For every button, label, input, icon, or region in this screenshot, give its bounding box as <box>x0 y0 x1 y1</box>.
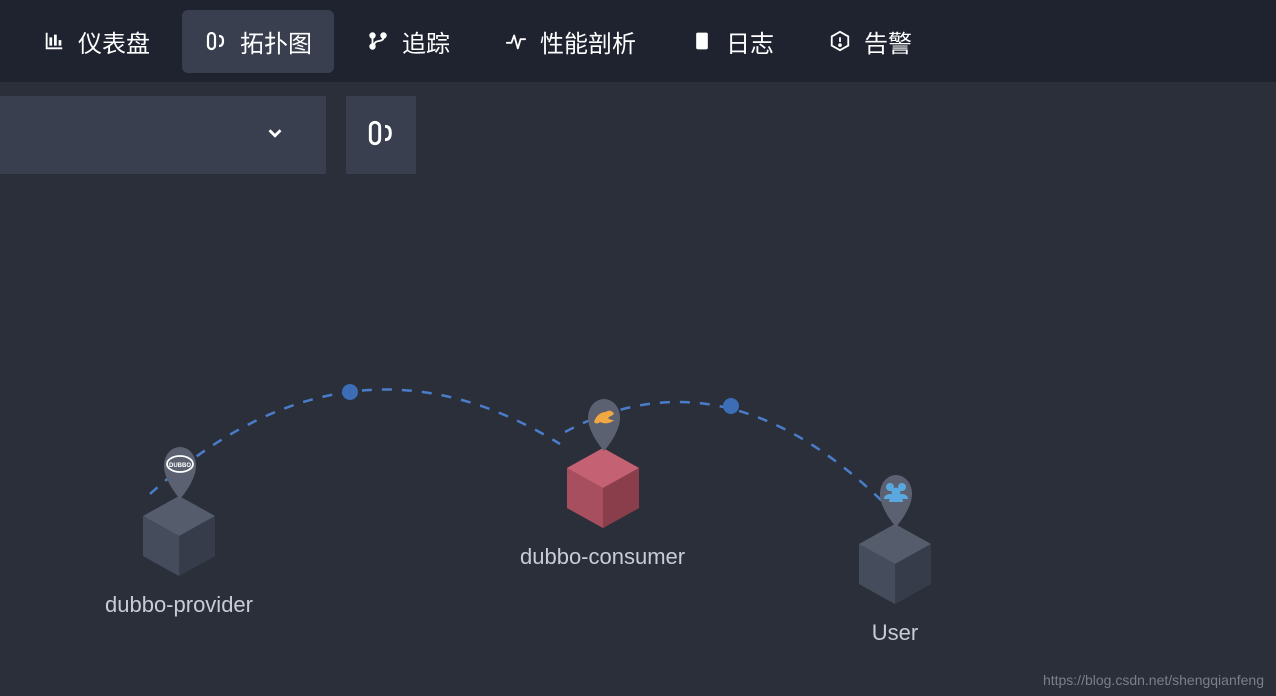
nav-alert[interactable]: 告警 <box>806 10 934 73</box>
nav-label: 拓扑图 <box>240 24 312 59</box>
chevron-down-icon <box>264 122 286 149</box>
cube-icon <box>563 444 643 532</box>
users-icon <box>870 472 920 528</box>
topology-icon <box>365 117 397 154</box>
topology-detail-button[interactable] <box>346 96 416 174</box>
clipboard-icon <box>690 29 714 53</box>
toolbar <box>0 82 1276 174</box>
pulse-icon <box>504 29 528 53</box>
nav-label: 告警 <box>864 24 912 59</box>
dubbo-icon: DUBBO <box>154 444 204 500</box>
service-selector-dropdown[interactable] <box>0 96 326 174</box>
svg-text:DUBBO: DUBBO <box>169 463 191 469</box>
nav-log[interactable]: 日志 <box>668 10 796 73</box>
alert-icon <box>828 29 852 53</box>
node-label: dubbo-consumer <box>520 544 685 570</box>
nav-label: 追踪 <box>402 24 450 59</box>
cube-icon <box>139 492 219 580</box>
nav-label: 性能剖析 <box>540 24 636 59</box>
nav-label: 仪表盘 <box>78 24 150 59</box>
node-label: dubbo-provider <box>105 592 253 618</box>
nav-dashboard[interactable]: 仪表盘 <box>20 10 172 73</box>
top-navigation: 仪表盘 拓扑图 追踪 性能剖析 日志 告警 <box>0 0 1276 82</box>
topology-canvas[interactable]: DUBBO dubbo-provider <box>0 174 1276 696</box>
nav-trace[interactable]: 追踪 <box>344 10 472 73</box>
chart-icon <box>42 29 66 53</box>
cube-icon <box>855 520 935 608</box>
node-user[interactable]: User <box>855 472 935 646</box>
branch-icon <box>366 29 390 53</box>
node-dubbo-consumer[interactable]: dubbo-consumer <box>520 396 685 570</box>
nav-label: 日志 <box>726 24 774 59</box>
service-icon <box>578 396 628 452</box>
watermark-text: https://blog.csdn.net/shengqianfeng <box>1043 672 1264 688</box>
topology-icon <box>204 29 228 53</box>
node-dubbo-provider[interactable]: DUBBO dubbo-provider <box>105 444 253 618</box>
node-label: User <box>872 620 918 646</box>
nav-topology[interactable]: 拓扑图 <box>182 10 334 73</box>
nav-profiling[interactable]: 性能剖析 <box>482 10 658 73</box>
